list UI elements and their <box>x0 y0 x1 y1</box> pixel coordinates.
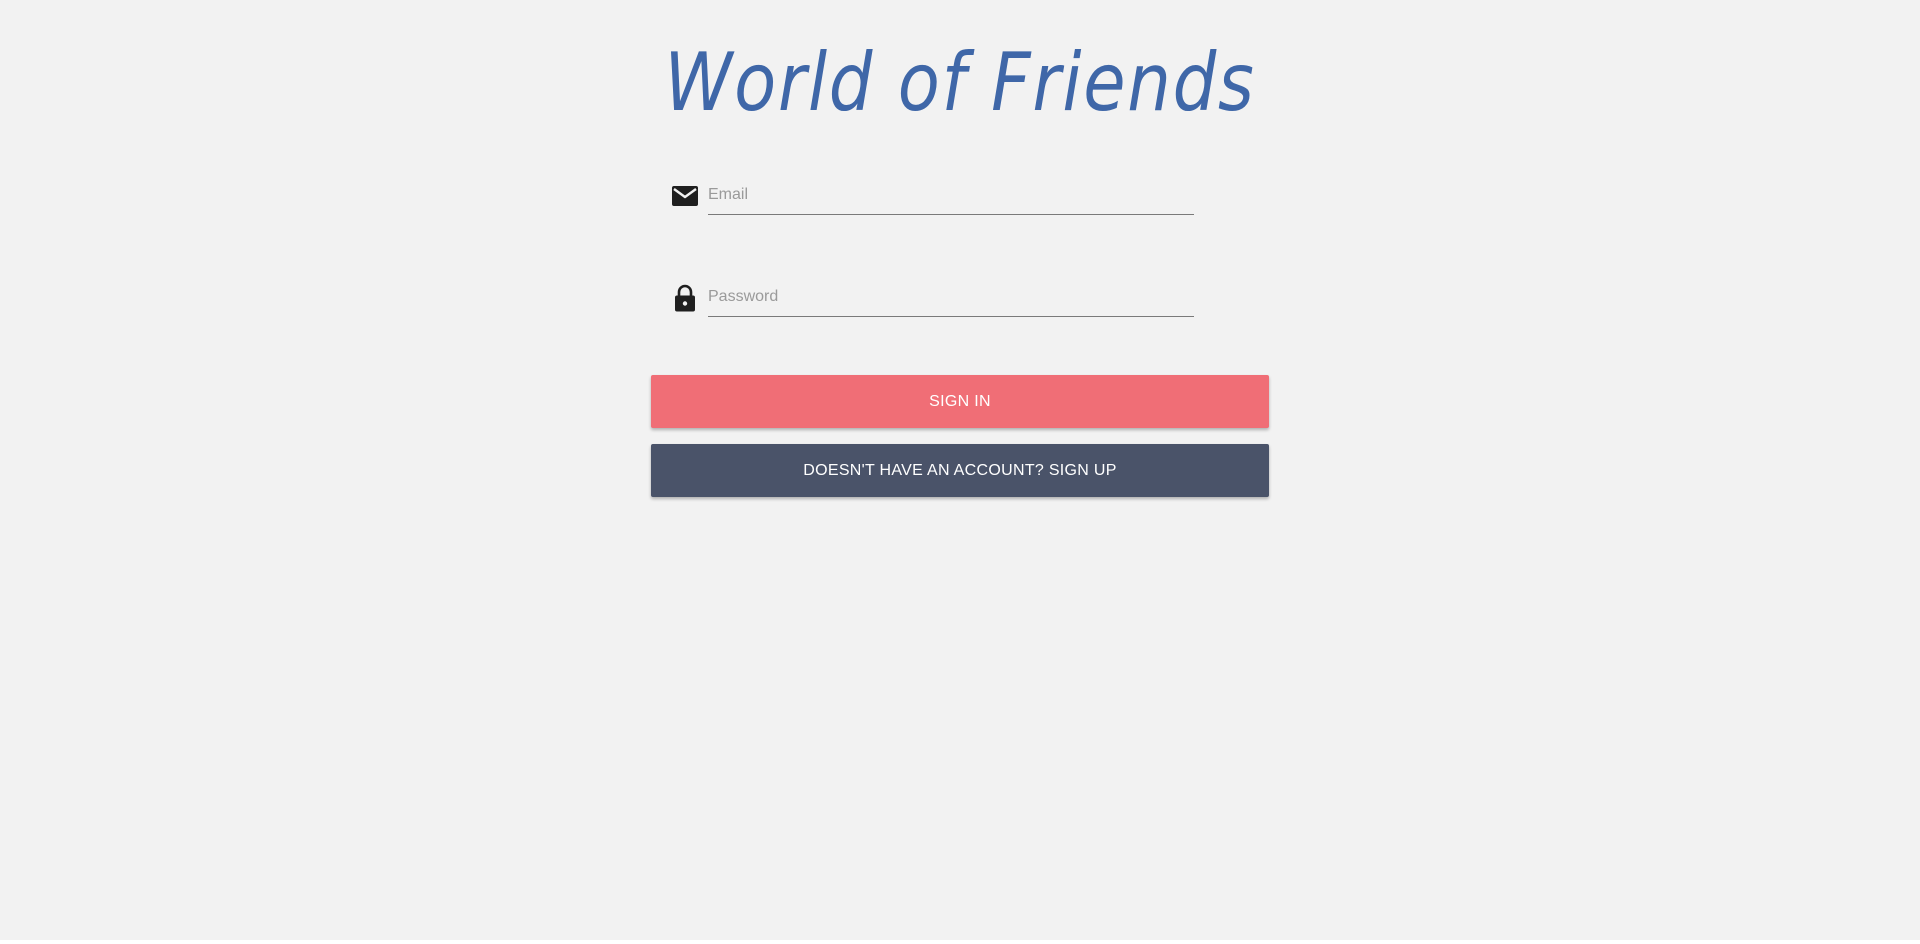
lock-icon <box>670 283 700 313</box>
email-field[interactable] <box>708 175 1194 215</box>
email-field-row <box>670 175 1194 217</box>
mail-icon <box>670 181 700 211</box>
bottom-edge <box>0 940 1920 944</box>
sign-up-button[interactable]: DOESN'T HAVE AN ACCOUNT? SIGN UP <box>651 444 1269 497</box>
password-field-row <box>670 277 1194 319</box>
sign-in-button[interactable]: SIGN IN <box>651 375 1269 428</box>
password-field[interactable] <box>708 277 1194 317</box>
app-title: World of Friends <box>664 36 1256 129</box>
